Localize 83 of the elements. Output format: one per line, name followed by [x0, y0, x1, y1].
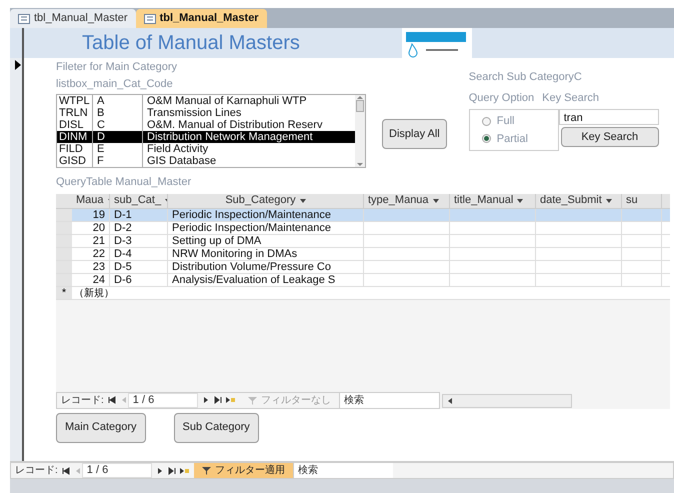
- category-listbox[interactable]: WTPL A O&M Manual of Karnaphuli WTP TRLN B Transmission Lines DISL C O&M. Manual of Distribution Reserv DINM D Distribution Network Management FILD E Field Activity GISD F GIS Database: [56, 94, 366, 168]
- dropdown-arrow-icon[interactable]: [432, 198, 439, 202]
- record-label: レコード:: [14, 464, 59, 478]
- form-title: Table of Manual Masters: [82, 31, 300, 56]
- table-cell: NRW Monitoring in DMAs: [168, 248, 364, 260]
- listbox-item[interactable]: TRLN B Transmission Lines: [57, 107, 355, 119]
- new-record-icon[interactable]: [180, 466, 190, 474]
- table-cell: Distribution Volume/Pressure Co: [168, 260, 364, 272]
- search-field[interactable]: 検索: [292, 463, 393, 478]
- table-cell: 23: [72, 260, 110, 272]
- query-label: QueryTable Manual_Master: [56, 175, 192, 190]
- filter-button[interactable]: フィルター適用: [194, 463, 293, 478]
- next-record-icon[interactable]: [202, 396, 210, 404]
- table-cell: 19: [72, 208, 110, 220]
- column-header[interactable]: Maua: [72, 194, 110, 208]
- table-cell: D-6: [110, 274, 168, 286]
- key-search-label: Key Search: [542, 90, 600, 106]
- new-record-icon[interactable]: [226, 396, 236, 404]
- next-record-icon[interactable]: [156, 466, 164, 474]
- first-record-icon[interactable]: [108, 396, 116, 404]
- last-record-icon[interactable]: [214, 396, 222, 404]
- column-header[interactable]: date_Submit: [536, 194, 622, 208]
- table-cell: Periodic Inspection/Maintenance: [168, 208, 364, 220]
- scroll-down-icon[interactable]: [357, 162, 363, 167]
- table-cell: D-2: [110, 222, 168, 234]
- table-row[interactable]: 21 D-3 Setting up of DMA: [56, 234, 670, 248]
- column-header[interactable]: Sub_Category: [168, 194, 364, 208]
- scroll-left-icon[interactable]: [446, 398, 453, 404]
- column-header[interactable]: su: [622, 194, 662, 208]
- document-tab[interactable]: tbl_Manual_Master: [10, 9, 136, 28]
- table-cell: Analysis/Evaluation of Leakage S: [168, 274, 364, 286]
- table-cell: 24: [72, 274, 110, 286]
- table-cell: 20: [72, 222, 110, 234]
- record-position[interactable]: 1 / 6: [128, 392, 198, 408]
- listbox-label: listbox_main_Cat_Code: [56, 76, 174, 92]
- listbox-item[interactable]: DINM D Distribution Network Management: [57, 131, 355, 143]
- funnel-icon: [248, 396, 257, 404]
- key-search-button[interactable]: Key Search: [560, 127, 659, 147]
- table-cell: D-3: [110, 234, 168, 246]
- header-band: [10, 28, 22, 58]
- table-row[interactable]: 19 D-1 Periodic Inspection/Maintenance: [56, 208, 670, 222]
- table-cell: D-5: [110, 260, 168, 272]
- document-tab[interactable]: tbl_Manual_Master: [136, 9, 267, 28]
- table-cell: Setting up of DMA: [168, 234, 364, 246]
- display-all-button[interactable]: Display All: [382, 118, 447, 149]
- last-record-icon[interactable]: [168, 466, 176, 474]
- record-label: レコード:: [60, 394, 105, 408]
- horizontal-scrollbar[interactable]: [442, 394, 572, 408]
- table-cell: D-1: [110, 208, 168, 220]
- table-row[interactable]: 23 D-5 Distribution Volume/Pressure Co: [56, 260, 670, 274]
- dropdown-arrow-icon[interactable]: [606, 198, 612, 202]
- listbox-item[interactable]: GISD F GIS Database: [57, 155, 355, 167]
- table-cell: Periodic Inspection/Maintenance: [168, 222, 364, 234]
- column-header[interactable]: sub_Cat_: [110, 194, 168, 208]
- new-row-label: （新規）: [73, 286, 115, 298]
- table-cell: D-4: [110, 248, 168, 260]
- column-header[interactable]: type_Manua: [364, 194, 450, 208]
- record-pointer-icon: [14, 60, 22, 70]
- category-button[interactable]: Main Category: [56, 412, 146, 442]
- listbox-item[interactable]: WTPL A O&M Manual of Karnaphuli WTP: [57, 95, 355, 107]
- logo-icon: [402, 28, 472, 58]
- first-record-icon[interactable]: [62, 466, 70, 474]
- filter-label: Fileter for Main Category: [56, 60, 178, 75]
- table-row[interactable]: 24 D-6 Analysis/Evaluation of Leakage S: [56, 274, 670, 286]
- query-option-label: Query Option: [468, 90, 534, 106]
- column-header[interactable]: title_Manual: [450, 194, 536, 208]
- table-row[interactable]: 22 D-4 NRW Monitoring in DMAs: [56, 248, 670, 260]
- table-cell: 21: [72, 234, 110, 246]
- table-cell: 22: [72, 248, 110, 260]
- category-button[interactable]: Sub Category: [174, 412, 259, 442]
- form-icon: [18, 14, 30, 24]
- scroll-thumb[interactable]: [356, 100, 364, 112]
- dropdown-arrow-icon[interactable]: [300, 198, 306, 202]
- funnel-icon: [202, 466, 211, 475]
- table-row[interactable]: 20 D-2 Periodic Inspection/Maintenance: [56, 222, 670, 234]
- record-position[interactable]: 1 / 6: [82, 463, 152, 478]
- dropdown-arrow-icon[interactable]: [517, 198, 524, 202]
- new-row-marker: *: [56, 286, 72, 298]
- form-icon: [144, 14, 156, 24]
- search-title: Search Sub CategoryC: [468, 70, 583, 85]
- listbox-item[interactable]: FILD E Field Activity: [57, 143, 355, 155]
- search-field[interactable]: 検索: [338, 392, 439, 408]
- key-search-field[interactable]: tran: [558, 109, 659, 125]
